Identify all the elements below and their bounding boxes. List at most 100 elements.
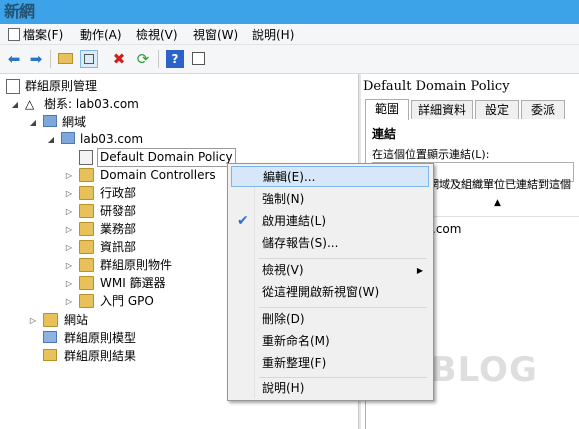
toolbar-separator: [50, 50, 51, 68]
menu-item-label: 儲存報告(S)...: [262, 236, 339, 250]
collapse-icon[interactable]: ◢: [10, 96, 20, 113]
menu-help[interactable]: 說明(H): [252, 26, 294, 43]
tab-scope[interactable]: 範圍: [365, 99, 409, 120]
tree-item-label: 群組原則物件: [100, 258, 173, 272]
links-table-row[interactable]: .com: [432, 222, 461, 236]
checkmark-icon: ✔: [237, 213, 249, 229]
domain-icon: [61, 132, 76, 146]
up-folder-icon[interactable]: [57, 50, 75, 68]
expand-icon[interactable]: ▷: [64, 203, 74, 220]
toolbar-separator: [158, 50, 159, 68]
wmi-folder-icon: [79, 276, 94, 290]
tree-forest-label: 樹系: lab03.com: [44, 97, 139, 111]
details-title: Default Domain Policy: [363, 79, 510, 94]
ou-folder-icon: [79, 204, 94, 218]
tree-sites-label: 網站: [64, 313, 89, 327]
tab-delegation[interactable]: 委派: [521, 100, 565, 119]
tree-root-label: 群組原則管理: [25, 79, 98, 93]
menu-item-label: 重新命名(M): [262, 334, 330, 348]
tree-domains-label: 網域: [62, 115, 87, 129]
tree-results-label: 群組原則結果: [64, 349, 137, 363]
menu-separator: [259, 307, 427, 308]
menu-item-edit[interactable]: 編輯(E)...: [231, 166, 429, 187]
menu-item-label: 說明(H): [262, 381, 305, 395]
refresh-icon[interactable]: ⟳: [134, 50, 152, 68]
links-section-title: 連結: [372, 127, 397, 141]
expand-icon[interactable]: ▷: [64, 221, 74, 238]
menu-file-label: 檔案(F): [23, 28, 64, 42]
show-hide-tree-icon[interactable]: [80, 50, 98, 68]
toolbar: ⬅ ➡ ✖ ⟳ ?: [0, 45, 579, 74]
expand-icon[interactable]: ▷: [64, 257, 74, 274]
menu-bar: 檔案(F) 動作(A) 檢視(V) 視窗(W) 說明(H): [0, 24, 579, 45]
menu-item-help[interactable]: 說明(H): [231, 378, 429, 399]
watermark-logo: 新網: [4, 2, 35, 21]
tree-item-label: 入門 GPO: [100, 294, 154, 308]
context-menu: 編輯(E)... 強制(N) ✔ 啟用連結(L) 儲存報告(S)... 檢視(V…: [227, 163, 434, 401]
menu-item-link-enabled[interactable]: ✔ 啟用連結(L): [231, 211, 429, 232]
tree-modeling-label: 群組原則模型: [64, 331, 137, 345]
expand-icon[interactable]: ▷: [64, 185, 74, 202]
tree-item-label: 業務部: [100, 222, 137, 236]
menu-item-enforced[interactable]: 強制(N): [231, 189, 429, 210]
menu-file[interactable]: 檔案(F): [8, 26, 63, 43]
back-arrow-icon[interactable]: ⬅: [5, 50, 23, 68]
menu-item-label: 啟用連結(L): [262, 214, 327, 228]
delete-icon[interactable]: ✖: [110, 50, 128, 68]
display-links-label: 在這個位置顯示連結(L):: [372, 148, 490, 161]
tab-details[interactable]: 詳細資料: [411, 100, 473, 119]
tree-item-label: Default Domain Policy: [97, 148, 236, 167]
menu-item-label: 刪除(D): [262, 312, 305, 326]
expand-icon[interactable]: ▷: [64, 275, 74, 292]
expand-icon[interactable]: ▷: [28, 312, 38, 329]
modeling-icon: [43, 331, 58, 345]
menu-item-delete[interactable]: 刪除(D): [231, 309, 429, 330]
details-tabs: 範圍 詳細資料 設定 委派: [365, 99, 579, 121]
sites-folder-icon: [43, 313, 58, 327]
tree-item-label: WMI 篩選器: [100, 276, 166, 290]
expand-icon[interactable]: ▷: [64, 293, 74, 310]
expand-icon[interactable]: ▷: [64, 239, 74, 256]
gpo-link-icon: [79, 150, 94, 165]
results-icon: [43, 349, 58, 363]
starter-gpo-folder-icon: [79, 294, 94, 308]
tree-item-label: 行政部: [100, 186, 137, 200]
tree-item-label: 研發部: [100, 204, 137, 218]
menu-item-save-report[interactable]: 儲存報告(S)...: [231, 233, 429, 254]
forward-arrow-icon[interactable]: ➡: [27, 50, 45, 68]
menu-action[interactable]: 動作(A): [80, 26, 122, 43]
menu-separator: [259, 258, 427, 259]
tree-item-label: 資訊部: [100, 240, 137, 254]
properties-icon[interactable]: [190, 50, 208, 68]
collapse-icon[interactable]: ◢: [28, 114, 38, 131]
expand-icon[interactable]: ▷: [64, 167, 74, 184]
ou-folder-icon: [79, 186, 94, 200]
help-icon[interactable]: ?: [166, 50, 184, 68]
collapse-icon[interactable]: ◢: [46, 131, 56, 148]
menu-item-label: 檢視(V): [262, 263, 304, 277]
submenu-arrow-icon: ▶: [416, 266, 423, 275]
menu-item-label: 從這裡開啟新視窗(W): [262, 285, 380, 299]
tree-domain-label: lab03.com: [80, 132, 144, 146]
menu-item-refresh[interactable]: 重新整理(F): [231, 353, 429, 374]
ou-folder-icon: [79, 168, 94, 182]
gpm-icon: [6, 79, 21, 94]
ou-folder-icon: [79, 222, 94, 236]
tree-item-label: Domain Controllers: [100, 168, 216, 182]
sort-arrow-icon: ▲: [494, 198, 501, 208]
menu-window[interactable]: 視窗(W): [193, 26, 238, 43]
menu-item-new-window[interactable]: 從這裡開啟新視窗(W): [231, 282, 429, 303]
gpo-folder-icon: [79, 258, 94, 272]
title-bar: [0, 0, 579, 24]
tab-settings[interactable]: 設定: [475, 100, 519, 119]
linked-desc-text: 網域及組織單位已連結到這個: [428, 178, 571, 191]
ou-folder-icon: [79, 240, 94, 254]
menu-item-rename[interactable]: 重新命名(M): [231, 331, 429, 352]
menu-view[interactable]: 檢視(V): [136, 26, 178, 43]
file-icon: [8, 28, 20, 41]
forest-icon: △: [25, 97, 35, 111]
menu-item-label: 編輯(E)...: [263, 170, 316, 184]
menu-item-label: 強制(N): [262, 192, 305, 206]
menu-item-view[interactable]: 檢視(V) ▶: [231, 260, 429, 281]
domains-icon: [43, 115, 58, 129]
